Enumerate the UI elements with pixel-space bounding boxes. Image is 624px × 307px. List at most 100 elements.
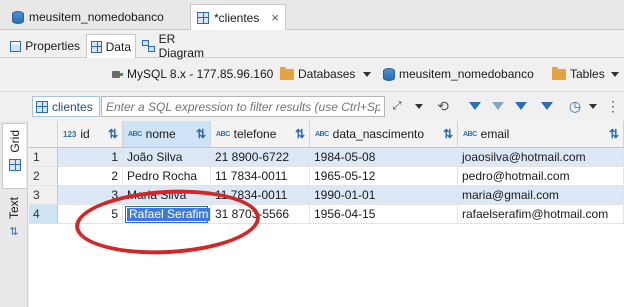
editor-tab-label: *clientes [214, 10, 260, 25]
table-row[interactable]: 1 1 João Silva 21 8900-6722 1984-05-08 j… [29, 148, 624, 167]
table-row[interactable]: 4 5 Rafael Serafim 31 8703-5566 1956-04-… [29, 205, 624, 224]
chevron-down-icon[interactable] [584, 97, 602, 115]
filter-toolbar: clientes ⤢ ⟲ ◷ ⋮ [0, 91, 624, 119]
view-mode-tabs: Grid Text ⇅ [0, 121, 28, 307]
chevron-down-icon [415, 103, 423, 109]
properties-icon [10, 40, 22, 52]
cell-nome-editing[interactable]: Rafael Serafim [123, 205, 211, 224]
number-type-icon: 123 [63, 129, 77, 139]
cell-editor[interactable]: Rafael Serafim [125, 206, 210, 223]
sort-filter-icon[interactable]: ⇅ [443, 127, 453, 141]
databases-selector[interactable]: Databases [280, 66, 372, 81]
cell-nome[interactable]: João Silva [123, 148, 211, 167]
folder-icon [552, 66, 566, 80]
refresh-filter-icon[interactable]: ⟲ [434, 97, 452, 115]
table-row[interactable]: 2 2 Pedro Rocha 11 7834-0011 1965-05-12 … [29, 167, 624, 186]
cell-email[interactable]: maria@gmail.com [458, 186, 624, 205]
sort-filter-icon[interactable]: ⇅ [295, 127, 305, 141]
database-label: meusitem_nomedobanco [399, 67, 534, 81]
column-header-data-nascimento[interactable]: ABC data_nascimento ⇅ [310, 121, 458, 148]
history-dropdown[interactable] [410, 97, 428, 115]
tab-data[interactable]: Data [86, 34, 136, 58]
cell-email[interactable]: pedro@hotmail.com [458, 167, 624, 186]
tab-grid[interactable]: Grid [2, 123, 26, 189]
table-icon [36, 100, 48, 113]
tab-label: Data [105, 39, 131, 54]
editor-tab-database[interactable]: meusitem_nomedobanco [6, 4, 186, 30]
chevron-down-icon[interactable] [363, 71, 372, 77]
filter-settings-icon[interactable] [512, 97, 530, 115]
filter-input[interactable] [101, 96, 385, 117]
more-icon[interactable]: ⋮ [604, 97, 622, 115]
row-number-header[interactable] [29, 121, 58, 148]
text-type-icon: ABC [216, 130, 230, 138]
cell-nome[interactable]: Pedro Rocha [123, 167, 211, 186]
cell-id[interactable]: 1 [58, 148, 123, 167]
connection-icon [110, 68, 123, 81]
column-name: email [480, 127, 510, 141]
cell-data-nascimento[interactable]: 1990-01-01 [310, 186, 458, 205]
results-grid: 123 id ⇅ ABC nome ⇅ ABC telefone ⇅ ABC d… [29, 121, 624, 307]
filter-icon[interactable] [466, 97, 484, 115]
cell-nome[interactable]: Maria Silva [123, 186, 211, 205]
cell-data-nascimento[interactable]: 1984-05-08 [310, 148, 458, 167]
tab-label: Text [7, 197, 21, 220]
table-row[interactable]: 3 3 Maria Silva 11 7834-0011 1990-01-01 … [29, 186, 624, 205]
column-name: id [80, 127, 90, 141]
cell-telefone[interactable]: 11 7834-0011 [211, 186, 310, 205]
column-header-id[interactable]: 123 id ⇅ [58, 121, 123, 148]
editor-tab-clientes[interactable]: *clientes × [190, 4, 286, 30]
tab-label: Properties [25, 39, 80, 53]
cell-telefone[interactable]: 31 8703-5566 [211, 205, 310, 224]
row-number[interactable]: 4 [29, 205, 58, 224]
tables-selector[interactable]: Tables [552, 66, 619, 81]
row-number[interactable]: 2 [29, 167, 58, 186]
database-icon [383, 67, 395, 81]
databases-label: Databases [298, 67, 356, 81]
cell-data-nascimento[interactable]: 1965-05-12 [310, 167, 458, 186]
tab-text[interactable]: Text ⇅ [2, 191, 26, 261]
tables-label: Tables [570, 67, 605, 81]
column-header-email[interactable]: ABC email ⇅ [458, 121, 624, 148]
clock-icon[interactable]: ◷ [566, 97, 584, 115]
text-type-icon: ABC [463, 130, 477, 138]
editor-tab-bar: meusitem_nomedobanco *clientes × [0, 0, 624, 30]
cell-telefone[interactable]: 21 8900-6722 [211, 148, 310, 167]
cell-telefone[interactable]: 11 7834-0011 [211, 167, 310, 186]
column-name: data_nascimento [332, 127, 425, 141]
clear-filter-icon[interactable] [489, 97, 507, 115]
grid-icon [8, 158, 21, 171]
funnel-icon[interactable] [538, 97, 556, 115]
column-name: nome [145, 127, 176, 141]
cell-data-nascimento[interactable]: 1956-04-15 [310, 205, 458, 224]
sort-filter-icon[interactable]: ⇅ [108, 127, 118, 141]
grid-icon [91, 40, 102, 53]
column-header-nome[interactable]: ABC nome ⇅ [123, 121, 211, 148]
sort-filter-icon[interactable]: ⇅ [609, 127, 619, 141]
table-icon [197, 11, 209, 24]
expand-icon[interactable]: ⤢ [388, 97, 406, 115]
tab-label: ER Diagram [158, 32, 204, 60]
close-icon[interactable]: × [271, 10, 279, 25]
tab-properties[interactable]: Properties [6, 34, 84, 58]
database-selector[interactable]: meusitem_nomedobanco [383, 67, 534, 81]
filter-table-chip[interactable]: clientes [32, 96, 100, 117]
cell-email[interactable]: joaosilva@hotmail.com [458, 148, 624, 167]
connection-toolbar: MySQL 8.x - 177.85.96.160 Databases meus… [0, 60, 624, 90]
cell-id[interactable]: 2 [58, 167, 123, 186]
row-number[interactable]: 3 [29, 186, 58, 205]
connection-selector[interactable]: MySQL 8.x - 177.85.96.160 [110, 67, 273, 81]
filter-table-label: clientes [52, 99, 93, 114]
column-name: telefone [233, 127, 277, 141]
editor-tab-label: meusitem_nomedobanco [29, 10, 164, 24]
sort-filter-icon[interactable]: ⇅ [196, 127, 206, 141]
database-icon [12, 10, 24, 24]
cell-email[interactable]: rafaelserafim@hotmail.com [458, 205, 624, 224]
row-number[interactable]: 1 [29, 148, 58, 167]
cell-id[interactable]: 3 [58, 186, 123, 205]
column-header-telefone[interactable]: ABC telefone ⇅ [211, 121, 310, 148]
chevron-down-icon[interactable] [610, 71, 619, 77]
tab-er-diagram[interactable]: ER Diagram [138, 32, 226, 60]
connection-label: MySQL 8.x - 177.85.96.160 [127, 67, 274, 81]
cell-id[interactable]: 5 [58, 205, 123, 224]
